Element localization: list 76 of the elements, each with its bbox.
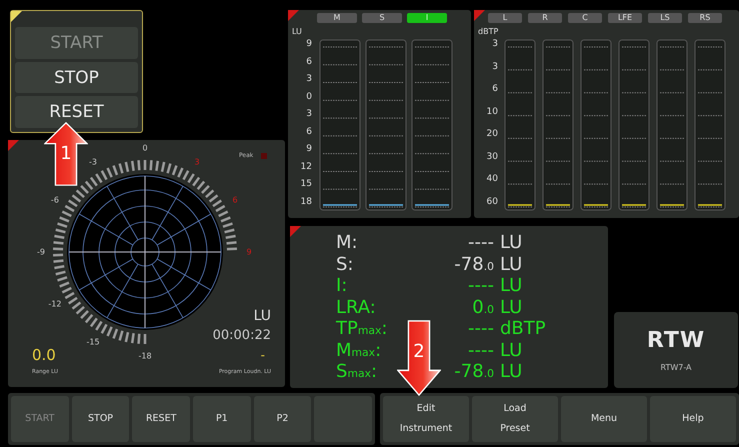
scale-label: 6 (306, 56, 312, 67)
reading-unit: LU (500, 296, 522, 318)
soft-key-button[interactable]: Help (650, 396, 736, 442)
scale-label: 15 (300, 179, 312, 190)
scale-label: 3 (306, 74, 312, 84)
scale-label: 30 (486, 152, 498, 162)
reading-unit: LU (500, 361, 522, 382)
scale-label: 3 (194, 157, 200, 166)
brand-logo: RTW (646, 328, 706, 353)
soft-key-button[interactable]: P2 (254, 396, 312, 442)
reading-label: I: (336, 275, 348, 296)
scale-label: 20 (486, 129, 498, 140)
reading-value: ---- (467, 232, 494, 254)
scale-label: -18 (138, 352, 152, 360)
corner-mark (8, 140, 19, 151)
unit-label: LU (292, 27, 303, 38)
channel-label: RS (688, 13, 722, 23)
soft-key-button[interactable]: STOP (72, 396, 130, 442)
step-number: 1 (59, 144, 73, 164)
channel-label: C (568, 13, 602, 23)
reading-label: S: (336, 254, 354, 275)
scale-label: 9 (306, 144, 312, 154)
channel-label: LFE (608, 13, 642, 23)
scale-label: 6 (306, 126, 312, 137)
control-button[interactable]: STOP (15, 62, 138, 94)
reading-unit: LU (500, 232, 522, 254)
soft-key-button[interactable]: RESET (132, 396, 190, 442)
scale-label: -3 (89, 157, 97, 166)
scale-label: -9 (37, 248, 45, 256)
elapsed-time: 00:00:22 (212, 328, 271, 343)
scale-label: -15 (86, 338, 100, 347)
scale-label: 3 (492, 62, 498, 72)
scale-label: 6 (232, 196, 238, 204)
corner-mark (290, 226, 301, 237)
scale-label: 6 (492, 84, 498, 94)
reading-label: M: (336, 232, 359, 254)
reading-value: ---- (467, 340, 494, 361)
scale-label: 9 (306, 39, 312, 49)
scale-label: 12 (300, 162, 312, 172)
model-label: RTW7-A (660, 363, 692, 372)
reading-unit: LU (500, 275, 522, 296)
scale-label: 0 (142, 144, 148, 152)
soft-key-button[interactable]: Edit Instrument (383, 396, 469, 442)
soft-key-button[interactable]: P1 (193, 396, 251, 442)
channel-label: R (528, 13, 562, 23)
soft-key-button[interactable]: Load Preset (472, 396, 558, 442)
step-number: 2 (412, 342, 426, 362)
scale-label: 3 (492, 39, 498, 49)
channel-label: LS (648, 13, 682, 23)
soft-key-button[interactable]: Menu (561, 396, 647, 442)
reading-value: ---- (467, 318, 494, 340)
scale-label: 3 (306, 109, 312, 120)
scale-label: -6 (50, 196, 59, 204)
corner-mark (288, 10, 299, 21)
scale-label: 18 (300, 196, 312, 207)
reading-unit: dBTP (500, 318, 546, 340)
reading-unit: LU (500, 340, 522, 361)
scale-label: -12 (48, 300, 62, 308)
control-button[interactable]: RESET (15, 96, 138, 128)
reading-unit: LU (500, 254, 522, 275)
reading-value: ---- (467, 275, 494, 296)
range-value: 0.0 (32, 346, 56, 364)
scale-label: 40 (486, 174, 498, 184)
unit-label: dBTP (478, 27, 498, 38)
meter-tab[interactable]: S (362, 13, 402, 23)
step-arrow (44, 122, 88, 186)
reading-label: LRA: (336, 296, 377, 318)
meter-tab[interactable]: M (317, 13, 357, 23)
channel-label: L (488, 13, 522, 23)
blank-key-button[interactable] (314, 396, 372, 442)
scale-label: 60 (486, 196, 498, 207)
unit-label: LU (254, 308, 271, 324)
scale-label: 9 (246, 248, 252, 256)
scale-label: 10 (486, 106, 498, 117)
scale-label: 0 (306, 92, 312, 102)
program-value: - (260, 348, 265, 362)
